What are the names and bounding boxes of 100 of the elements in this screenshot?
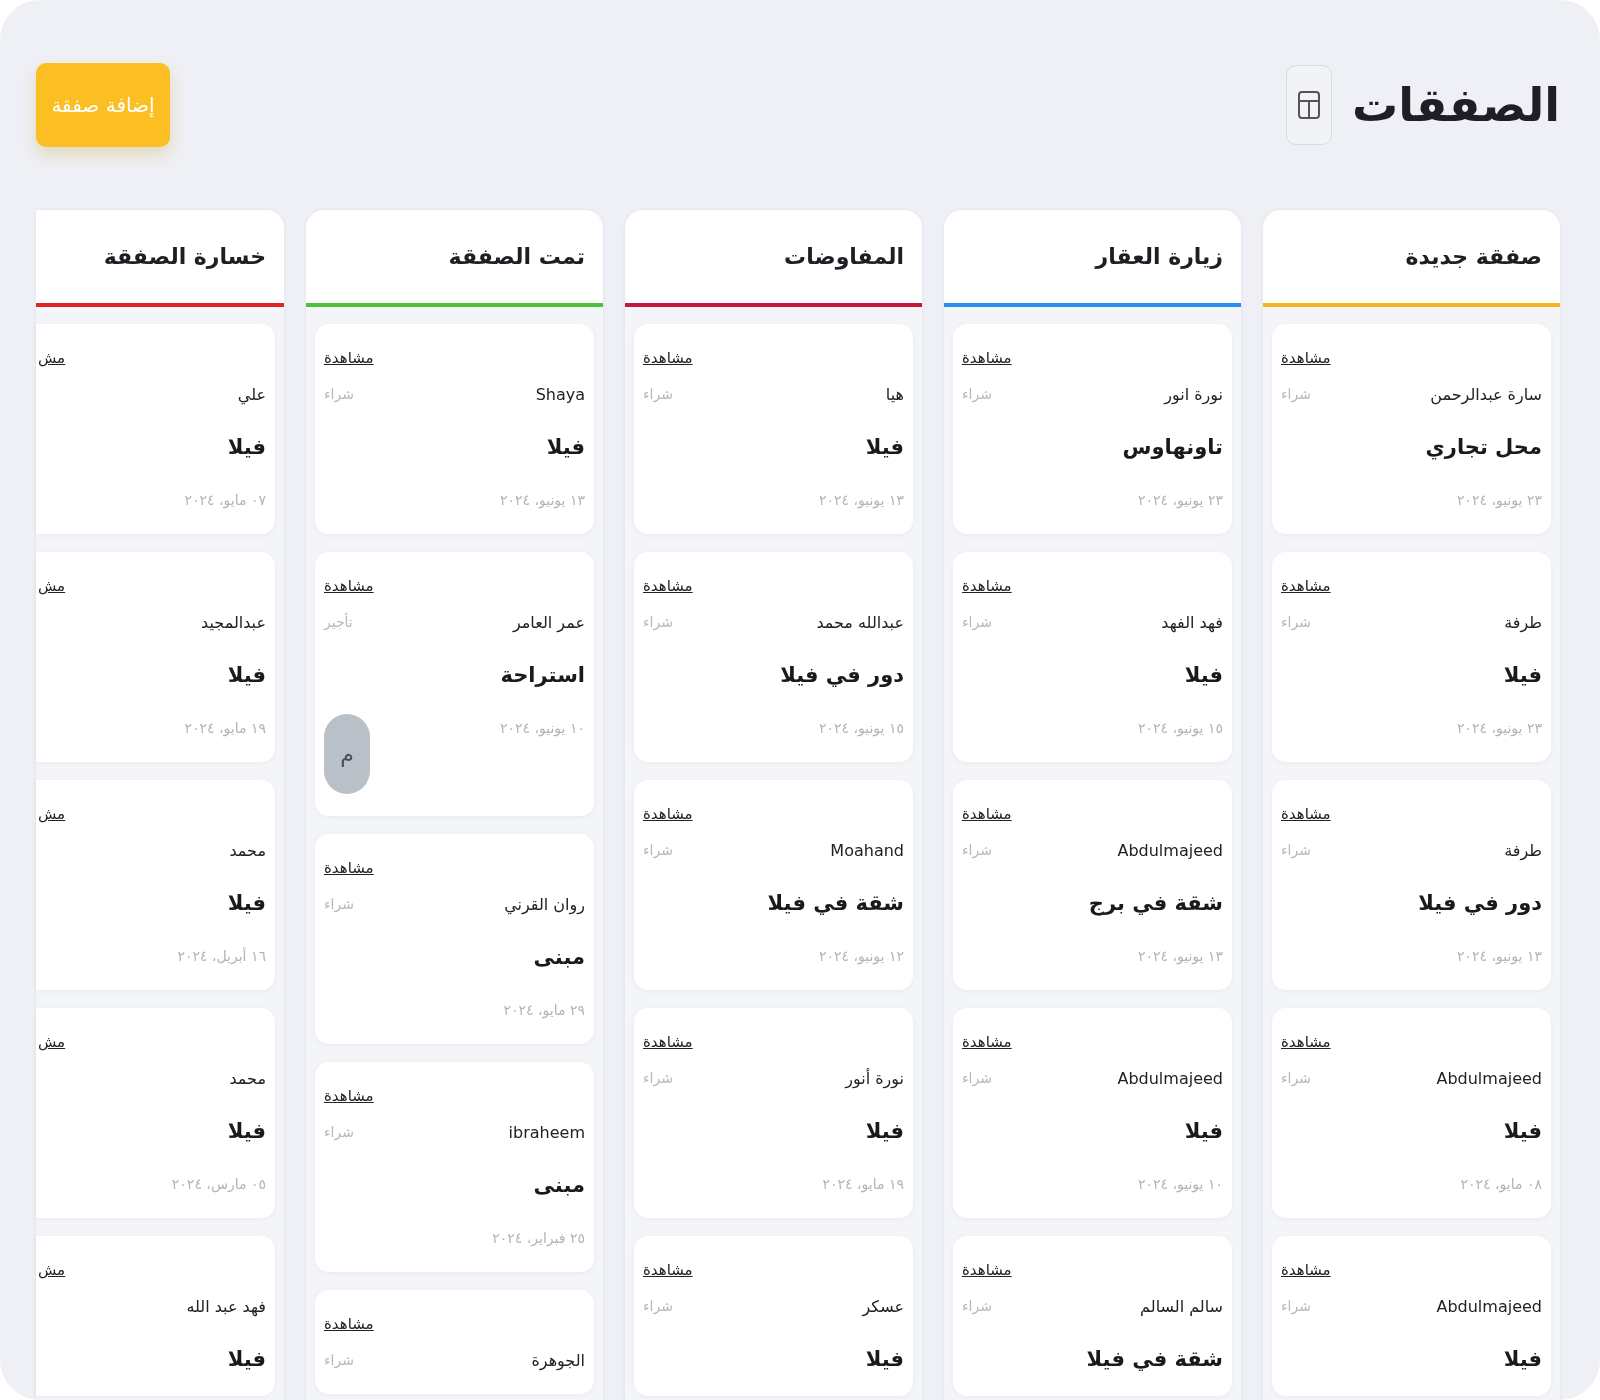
- property-type: فيلا: [1503, 1119, 1542, 1143]
- client-name: عبدالمجيد: [201, 612, 266, 632]
- client-name: سارة عبدالرحمن: [1430, 384, 1542, 404]
- layout-toggle-button[interactable]: [1285, 65, 1332, 145]
- view-link[interactable]: مشاهدة: [324, 1315, 374, 1333]
- view-link[interactable]: مشاهدة: [962, 1033, 1012, 1051]
- view-link[interactable]: مشاهدة: [962, 577, 1012, 595]
- deal-date: ١٣ يونيو، ٢٠٢٤: [1137, 948, 1223, 964]
- deal-date: ٢٣ يونيو، ٢٠٢٤: [1137, 492, 1223, 508]
- client-name: Abdulmajeed: [1117, 840, 1223, 860]
- property-type: فيلا: [1503, 663, 1542, 687]
- deal-type: شراء: [962, 842, 992, 858]
- view-link[interactable]: مشاهدة: [643, 805, 693, 823]
- deal-date: ١٣ يونيو، ٢٠٢٤: [499, 492, 585, 508]
- view-link[interactable]: مش: [38, 349, 66, 367]
- property-type: شقة في فيلا: [1086, 1347, 1223, 1371]
- client-name: Shaya: [535, 384, 585, 404]
- deal-date: ٢٩ مايو، ٢٠٢٤: [503, 1002, 585, 1018]
- view-link[interactable]: مش: [38, 577, 66, 595]
- deal-date: ١٣ يونيو، ٢٠٢٤: [1456, 948, 1542, 964]
- client-name: فهد الفهد: [1161, 612, 1223, 632]
- property-type: فيلا: [1503, 1347, 1542, 1371]
- deal-date: ١٦ أبريل، ٢٠٢٤: [177, 948, 266, 964]
- grid-icon: [1296, 90, 1321, 120]
- deal-type: شراء: [643, 1070, 673, 1086]
- property-type: فيلا: [1184, 1119, 1223, 1143]
- view-link[interactable]: مشاهدة: [1281, 805, 1331, 823]
- view-link[interactable]: مشاهدة: [324, 1087, 374, 1105]
- deal-date: ٠٥ مارس، ٢٠٢٤: [171, 1176, 266, 1192]
- view-link[interactable]: مشاهدة: [1281, 577, 1331, 595]
- deal-date: ١٥ يونيو، ٢٠٢٤: [1137, 720, 1223, 736]
- property-type: مبنى: [533, 1173, 585, 1197]
- client-name: عبدالله محمد: [816, 612, 904, 632]
- client-name: الجوهرة: [531, 1350, 585, 1370]
- view-link[interactable]: مشاهدة: [643, 1033, 693, 1051]
- client-name: Abdulmajeed: [1436, 1296, 1542, 1316]
- deal-type: شراء: [643, 842, 673, 858]
- view-link[interactable]: مش: [38, 1033, 66, 1051]
- deal-date: ١٢ يونيو، ٢٠٢٤: [818, 948, 904, 964]
- view-link[interactable]: مش: [38, 1261, 66, 1279]
- property-type: فيلا: [546, 435, 585, 459]
- property-type: فيلا: [865, 435, 904, 459]
- deal-date: ٠٨ مايو، ٢٠٢٤: [1460, 1176, 1542, 1192]
- deal-date: ٢٣ يونيو، ٢٠٢٤: [1456, 492, 1542, 508]
- view-link[interactable]: مشاهدة: [962, 349, 1012, 367]
- column-title: تمت الصفقة: [448, 244, 585, 269]
- property-type: فيلا: [227, 1347, 266, 1371]
- deal-type: شراء: [962, 386, 992, 402]
- property-type: فيلا: [227, 891, 266, 915]
- deal-type: شراء: [1281, 386, 1311, 402]
- view-link[interactable]: مشاهدة: [1281, 349, 1331, 367]
- avatar: م: [324, 714, 370, 794]
- view-link[interactable]: مشاهدة: [1281, 1033, 1331, 1051]
- deal-type: شراء: [324, 896, 354, 912]
- deal-type: شراء: [324, 1124, 354, 1140]
- view-link[interactable]: مش: [38, 805, 66, 823]
- view-link[interactable]: مشاهدة: [324, 577, 374, 595]
- property-type: شقة في فيلا: [767, 891, 904, 915]
- client-name: طرفة: [1504, 840, 1542, 860]
- property-type: مبنى: [533, 945, 585, 969]
- property-type: دور في فيلا: [1418, 891, 1542, 915]
- deal-date: ١٩ مايو، ٢٠٢٤: [184, 720, 266, 736]
- deal-date: ١٠ يونيو، ٢٠٢٤: [1137, 1176, 1223, 1192]
- view-link[interactable]: مشاهدة: [962, 1261, 1012, 1279]
- deal-date: ١٥ يونيو، ٢٠٢٤: [818, 720, 904, 736]
- deal-type: شراء: [1281, 842, 1311, 858]
- deal-type: تأجير: [324, 614, 353, 630]
- deal-date: ٠٧ مايو، ٢٠٢٤: [184, 492, 266, 508]
- deal-date: ١٩ مايو، ٢٠٢٤: [822, 1176, 904, 1192]
- property-type: فيلا: [865, 1119, 904, 1143]
- column-title: المفاوضات: [784, 244, 904, 269]
- property-type: فيلا: [227, 663, 266, 687]
- property-type: شقة في برج: [1088, 891, 1223, 915]
- column-title: صفقة جديدة: [1405, 244, 1542, 269]
- client-name: Moahand: [830, 840, 904, 860]
- client-name: ibraheem: [508, 1122, 585, 1142]
- property-type: فيلا: [227, 435, 266, 459]
- client-name: عسكر: [862, 1296, 904, 1316]
- deal-type: شراء: [324, 1352, 354, 1368]
- property-type: فيلا: [865, 1347, 904, 1371]
- client-name: نورة انور: [1164, 384, 1223, 404]
- view-link[interactable]: مشاهدة: [324, 349, 374, 367]
- client-name: عمر العامر: [512, 612, 585, 632]
- deal-type: شراء: [643, 386, 673, 402]
- client-name: فهد عبد الله: [186, 1296, 266, 1316]
- property-type: فيلا: [227, 1119, 266, 1143]
- view-link[interactable]: مشاهدة: [643, 349, 693, 367]
- property-type: محل تجاري: [1425, 435, 1542, 459]
- view-link[interactable]: مشاهدة: [962, 805, 1012, 823]
- view-link[interactable]: مشاهدة: [643, 1261, 693, 1279]
- view-link[interactable]: مشاهدة: [324, 859, 374, 877]
- column-title: خسارة الصفقة: [103, 244, 266, 269]
- view-link[interactable]: مشاهدة: [1281, 1261, 1331, 1279]
- client-name: نورة أنور: [845, 1068, 904, 1088]
- deal-type: شراء: [643, 1298, 673, 1314]
- client-name: هيا: [885, 384, 904, 404]
- view-link[interactable]: مشاهدة: [643, 577, 693, 595]
- deal-type: شراء: [1281, 1070, 1311, 1086]
- property-type: استراحة: [500, 663, 585, 687]
- client-name: محمد: [229, 840, 266, 860]
